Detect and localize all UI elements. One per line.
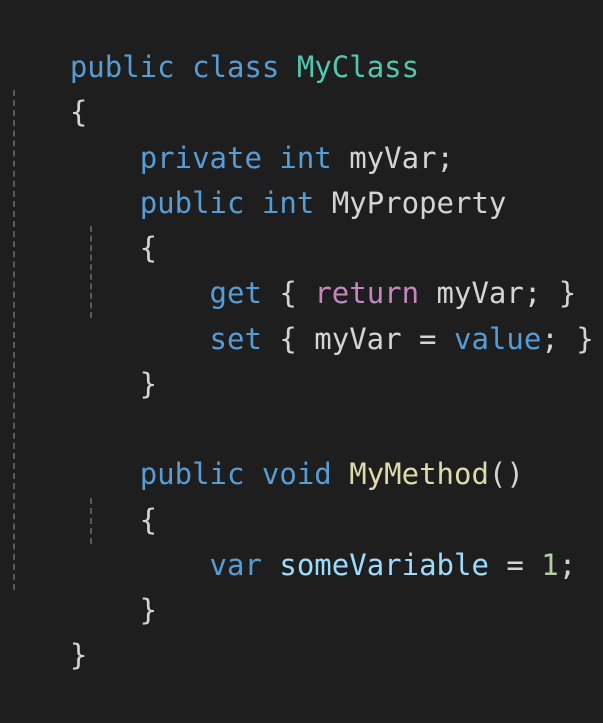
parentheses: (): [488, 457, 524, 491]
keyword-class: class: [192, 50, 280, 84]
close-brace: }: [69, 638, 88, 672]
code-line-8: }: [0, 317, 157, 401]
variable-name: someVariable: [279, 548, 489, 582]
code-line-2: {: [0, 45, 87, 129]
keyword-void: void: [261, 457, 332, 491]
keyword-set: set: [209, 322, 262, 356]
keyword-int: int: [261, 186, 315, 220]
code-line-12: var someVariable = 1;: [0, 498, 577, 582]
code-line-13: }: [0, 543, 157, 627]
code-token: ; }: [541, 322, 594, 356]
code-line-3: private int myVar;: [0, 91, 454, 175]
code-line-5: {: [0, 181, 157, 265]
semicolon: ;: [558, 548, 577, 582]
code-editor[interactable]: public class MyClass { private int myVar…: [0, 0, 603, 672]
code-line-14: }: [0, 588, 87, 672]
code-line-11: {: [0, 453, 157, 537]
class-name: MyClass: [296, 50, 420, 84]
code-line-6: get { return myVar; }: [0, 226, 577, 310]
close-brace: }: [69, 367, 158, 401]
assignment: =: [488, 548, 542, 582]
keyword-value: value: [453, 322, 542, 356]
code-token: { myVar =: [261, 322, 454, 356]
property-name: MyProperty: [314, 186, 507, 220]
code-line-4: public int MyProperty: [0, 136, 507, 220]
code-line-10: public void MyMethod(): [0, 407, 524, 491]
method-name: MyMethod: [349, 457, 489, 491]
number-literal: 1: [541, 548, 559, 582]
code-line-1: public class MyClass: [0, 0, 419, 84]
code-line-7: set { myVar = value; }: [0, 272, 594, 356]
keyword-var: var: [209, 548, 262, 582]
